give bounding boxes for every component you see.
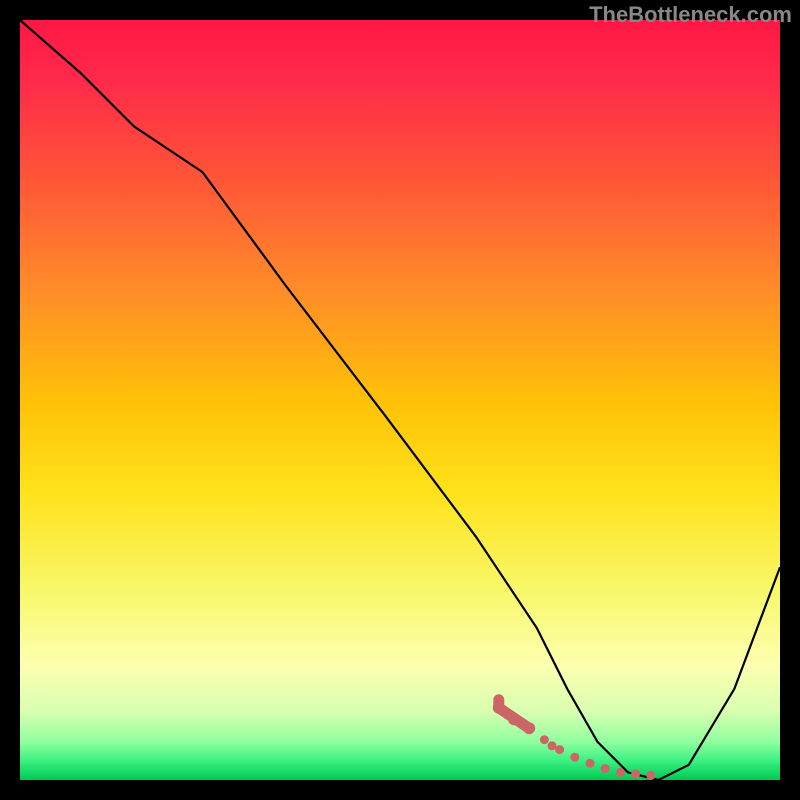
bottleneck-curve	[20, 20, 780, 780]
curve-layer	[20, 20, 780, 780]
highlight-dot	[586, 759, 595, 768]
highlight-dot	[631, 769, 640, 778]
highlight-dot	[570, 753, 579, 762]
highlight-dot	[646, 771, 655, 780]
highlight-dot	[616, 768, 625, 777]
watermark-text: TheBottleneck.com	[589, 2, 792, 28]
highlight-dot	[540, 735, 549, 744]
highlight-dot	[601, 764, 610, 773]
optimal-range-marks	[493, 700, 656, 780]
plot-area	[20, 20, 780, 780]
highlight-dot	[523, 722, 535, 734]
highlight-dot	[508, 713, 520, 725]
highlight-dot	[493, 702, 505, 714]
highlight-dot	[555, 745, 564, 754]
